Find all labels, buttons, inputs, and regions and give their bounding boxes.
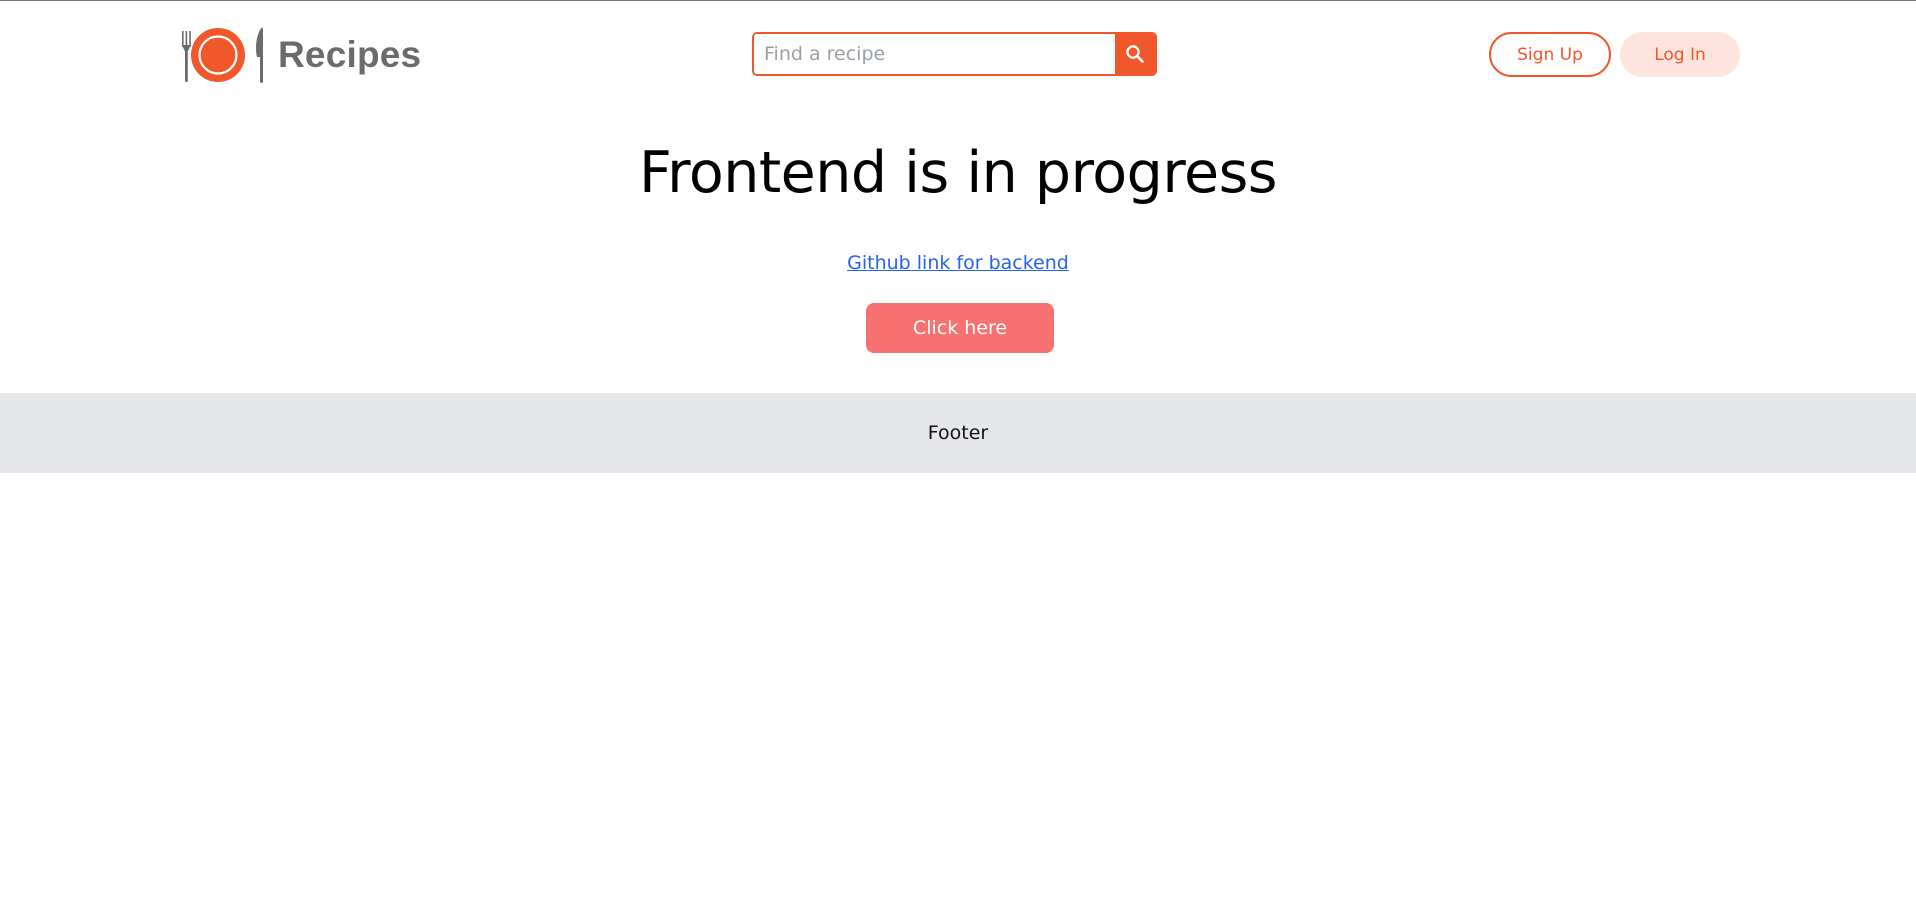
sign-up-button[interactable]: Sign Up [1489,32,1611,77]
site-footer: Footer [0,393,1916,473]
footer-text: Footer [927,422,989,444]
search-bar [752,32,1157,76]
click-here-button[interactable]: Click here [866,303,1054,353]
search-input[interactable] [754,34,1115,74]
page-title: Frontend is in progress [639,140,1277,206]
plate-fork-knife-icon [182,27,263,83]
search-icon [1126,45,1144,63]
logo[interactable]: Recipes [178,25,421,85]
github-link-container: Github link for backend [0,252,1916,274]
brand-name: Recipes [278,34,422,75]
site-header: Recipes Sign Up Log In [0,1,1916,109]
github-backend-link[interactable]: Github link for backend [847,252,1069,274]
log-in-button[interactable]: Log In [1620,32,1740,77]
search-button[interactable] [1115,34,1155,74]
